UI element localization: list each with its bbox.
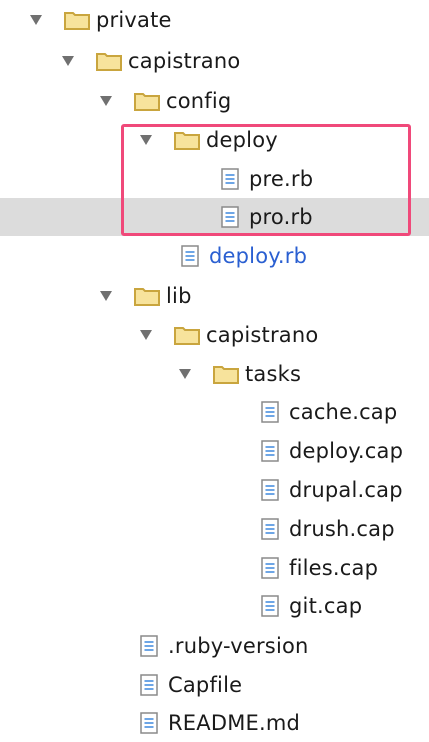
file-icon (140, 635, 158, 657)
file-icon (140, 674, 158, 696)
tree-item-deploy-rb[interactable]: deploy.rb (0, 237, 429, 275)
tree-item-pro-rb[interactable]: pro.rb (0, 198, 429, 236)
tree-item-label: cache.cap (289, 400, 398, 424)
tree-item-deploy-folder[interactable]: deploy (0, 121, 429, 159)
tree-item-git-cap[interactable]: git.cap (0, 587, 429, 625)
tree-item-tasks[interactable]: tasks (0, 355, 429, 393)
tree-item-pre-rb[interactable]: pre.rb (0, 160, 429, 198)
file-icon (261, 595, 279, 617)
tree-item-label: capistrano (206, 323, 319, 347)
tree-item-capistrano[interactable]: capistrano (0, 42, 429, 80)
tree-item-config[interactable]: config (0, 82, 429, 120)
tree-item-label: tasks (245, 362, 302, 386)
tree-item-label: files.cap (289, 556, 379, 580)
tree-item-ruby-version[interactable]: .ruby-version (0, 627, 429, 665)
file-icon (140, 712, 158, 734)
tree-item-label: pro.rb (249, 205, 313, 229)
disclosure-triangle-icon[interactable] (138, 327, 154, 343)
disclosure-triangle-icon[interactable] (98, 288, 114, 304)
tree-item-label: Capfile (168, 673, 243, 697)
file-icon (221, 168, 239, 190)
disclosure-triangle-icon[interactable] (177, 366, 193, 382)
folder-icon (213, 364, 239, 384)
tree-item-drush-cap[interactable]: drush.cap (0, 510, 429, 548)
folder-icon (134, 91, 160, 111)
tree-item-label: lib (166, 284, 192, 308)
folder-icon (174, 325, 200, 345)
tree-item-capfile[interactable]: Capfile (0, 666, 429, 704)
file-tree: private capistrano config deploy pre.rb … (0, 0, 429, 735)
tree-item-label: .ruby-version (168, 634, 309, 658)
tree-item-label: private (96, 8, 172, 32)
disclosure-triangle-icon[interactable] (28, 12, 44, 28)
folder-icon (174, 130, 200, 150)
folder-icon (64, 10, 90, 30)
file-icon (221, 206, 239, 228)
tree-item-label: deploy (206, 128, 278, 152)
file-icon (261, 518, 279, 540)
folder-icon (96, 51, 122, 71)
folder-icon (134, 286, 160, 306)
tree-item-lib[interactable]: lib (0, 277, 429, 315)
tree-item-files-cap[interactable]: files.cap (0, 549, 429, 587)
file-icon (181, 245, 199, 267)
tree-item-capistrano-lib[interactable]: capistrano (0, 316, 429, 354)
disclosure-triangle-icon[interactable] (98, 93, 114, 109)
tree-item-label: git.cap (289, 594, 363, 618)
file-icon (261, 479, 279, 501)
tree-item-label: pre.rb (249, 167, 314, 191)
tree-item-drupal-cap[interactable]: drupal.cap (0, 471, 429, 509)
tree-item-label: deploy.cap (289, 439, 404, 463)
file-icon (261, 557, 279, 579)
file-icon (261, 401, 279, 423)
tree-item-readme[interactable]: README.md (0, 704, 429, 742)
tree-item-label: config (166, 89, 232, 113)
tree-item-deploy-cap[interactable]: deploy.cap (0, 432, 429, 470)
disclosure-triangle-icon[interactable] (60, 53, 76, 69)
tree-item-label: capistrano (128, 49, 241, 73)
tree-item-label: drush.cap (289, 517, 395, 541)
disclosure-triangle-icon[interactable] (138, 132, 154, 148)
tree-item-private[interactable]: private (0, 1, 429, 39)
tree-item-label: README.md (168, 711, 301, 735)
file-icon (261, 440, 279, 462)
tree-item-cache-cap[interactable]: cache.cap (0, 393, 429, 431)
tree-item-label: deploy.rb (209, 244, 308, 268)
tree-item-label: drupal.cap (289, 478, 403, 502)
